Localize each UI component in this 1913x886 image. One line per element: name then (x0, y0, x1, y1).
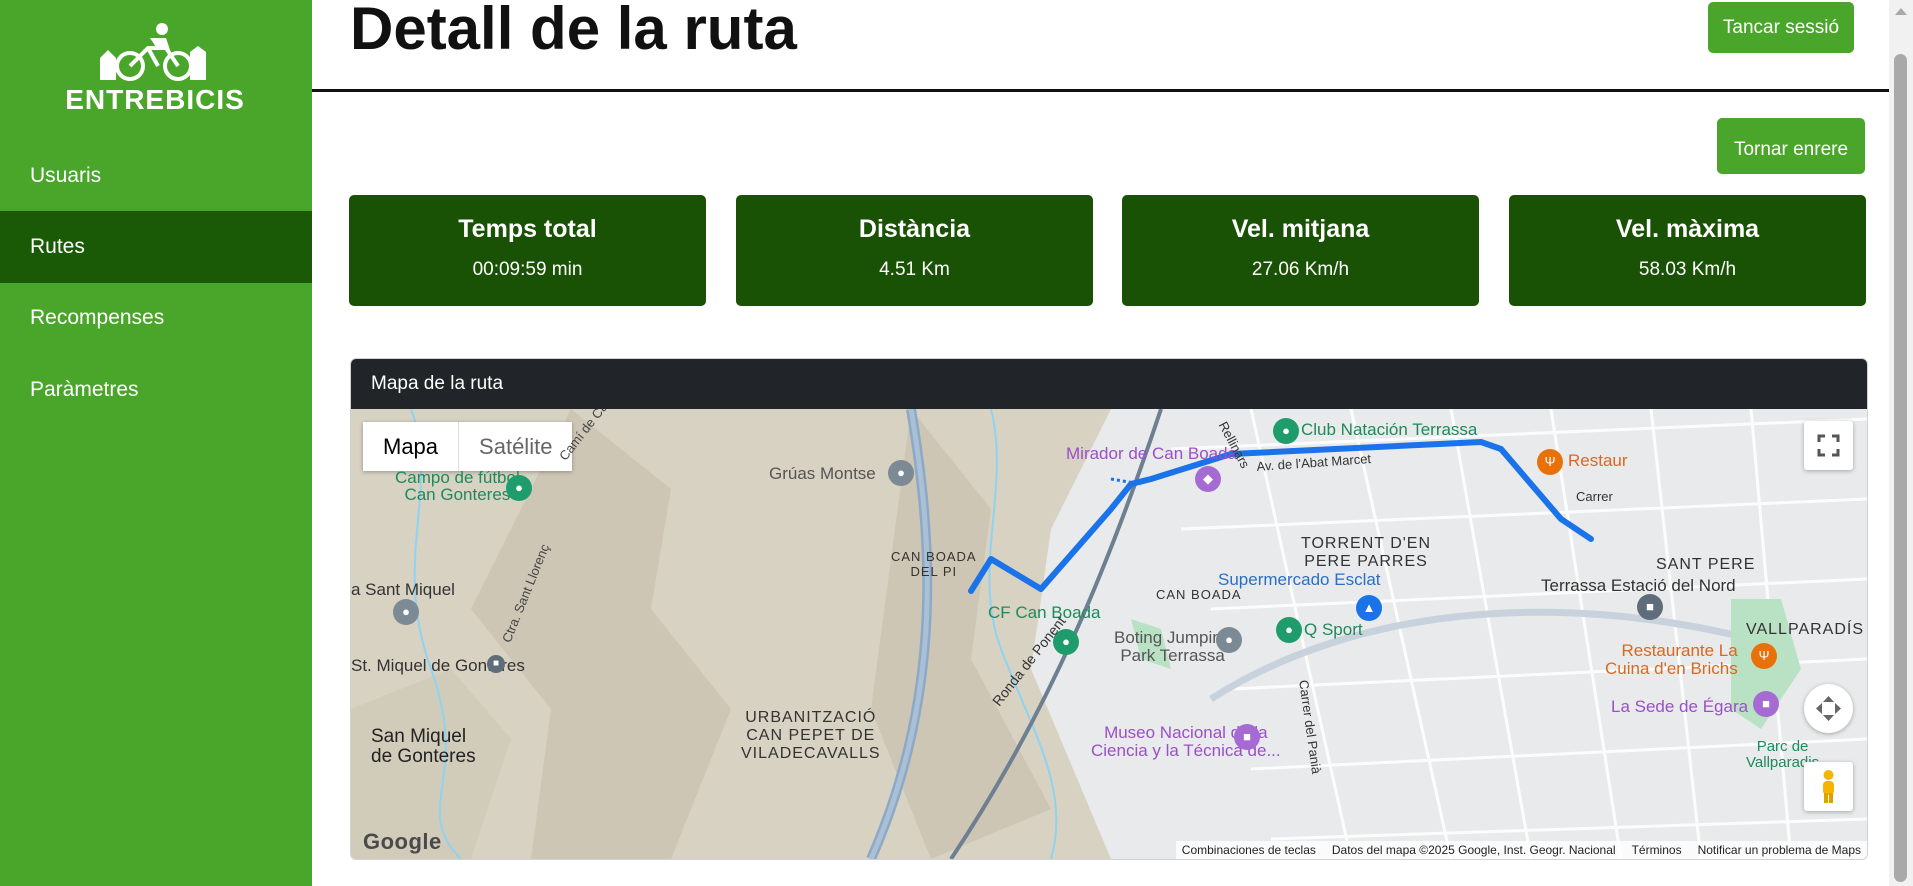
map-poi-label: Boting Jumping Park Terrassa (1114, 628, 1232, 665)
map-area-label: CAN BOADA DEL PI (891, 549, 977, 579)
google-logo-icon: Google (363, 829, 442, 854)
page-title: Detall de la ruta (350, 0, 797, 62)
poi-marker-icon[interactable]: Ψ (1751, 643, 1777, 669)
map-poi-label: Campo de fútbol Can Gonteres (395, 468, 520, 504)
map-card-header: Mapa de la ruta (351, 359, 1867, 409)
stat-value: 00:09:59 min (472, 259, 583, 280)
stat-title: Temps total (458, 215, 597, 243)
brand-logo[interactable]: ENTREBICIS (55, 22, 255, 120)
map-data-credit: Datos del mapa ©2025 Google, Inst. Geogr… (1331, 843, 1616, 857)
poi-marker-icon[interactable]: ■ (1753, 691, 1779, 717)
terms-link[interactable]: Términos (1632, 843, 1682, 857)
map-poi-label: CF Can Boada (988, 603, 1101, 622)
map-area-label: TORRENT D'EN PERE PARRES (1301, 535, 1432, 570)
map-poi-label: La Sede de Égara (1611, 697, 1749, 716)
map-background (351, 409, 1867, 859)
logout-button[interactable]: Tancar sessió (1708, 2, 1854, 53)
sidebar-item-parametres[interactable]: Paràmetres (0, 354, 312, 426)
brand-name: ENTREBICIS (65, 84, 245, 115)
sidebar-item-recompenses[interactable]: Recompenses (0, 282, 312, 354)
map-poi-label: Grúas Montse (769, 464, 876, 483)
fullscreen-icon[interactable] (1804, 421, 1853, 470)
stat-title: Vel. màxima (1615, 215, 1760, 243)
map-area-label: a Sant Miquel (351, 580, 455, 599)
stat-title: Distància (858, 215, 971, 243)
stat-value: 58.03 Km/h (1638, 259, 1737, 280)
map-type-map-button[interactable]: Mapa (363, 422, 460, 471)
keyboard-shortcuts-link[interactable]: Combinaciones de teclas (1182, 843, 1316, 857)
map-poi-label: Club Natación Terrassa (1301, 420, 1478, 439)
poi-marker-icon[interactable]: ■ (487, 655, 505, 673)
map-area-label: VALLPARADÍS (1746, 621, 1865, 638)
poi-marker-icon[interactable]: Ψ (1537, 449, 1563, 475)
report-problem-link[interactable]: Notificar un problema de Maps (1698, 843, 1861, 857)
route-map[interactable]: Mapa Satélite Campo de fútbol Can Gonter… (351, 409, 1867, 859)
stat-value: 4.51 Km (879, 259, 950, 280)
map-poi-label: Q Sport (1304, 620, 1363, 639)
poi-marker-icon[interactable]: ● (1276, 617, 1302, 643)
map-attribution: Combinaciones de teclas Datos del mapa ©… (1175, 841, 1867, 859)
sidebar-item-rutes[interactable]: Rutes (0, 211, 312, 283)
stat-card-total-time: Temps total 00:09:59 min (349, 195, 706, 306)
map-street-label: Carrer (1576, 489, 1613, 504)
poi-marker-icon[interactable]: ● (393, 599, 419, 625)
poi-marker-icon[interactable]: ● (888, 460, 914, 486)
map-poi-label: Restaura (1568, 451, 1628, 470)
stat-card-avg-speed: Vel. mitjana 27.06 Km/h (1122, 195, 1479, 306)
map-area-label: San Miquel de Gonteres (371, 726, 476, 767)
route-map-card: Mapa de la ruta Mapa Satélite Campo de f… (350, 358, 1868, 860)
poi-marker-icon[interactable]: ● (1216, 627, 1242, 653)
map-poi-label: Mirador de Can Boada (1066, 444, 1238, 463)
map-poi-label: Terrassa Estació del Nord (1541, 576, 1736, 595)
poi-marker-icon[interactable]: ◆ (1195, 466, 1221, 492)
map-poi-label: Supermercado Esclat (1218, 570, 1381, 589)
poi-marker-icon[interactable]: ■ (1637, 594, 1663, 620)
map-area-label: SANT PERE (1656, 556, 1756, 573)
sidebar-item-usuaris[interactable]: Usuaris (0, 140, 312, 212)
stat-value: 27.06 Km/h (1251, 259, 1350, 280)
map-area-label: URBANITZACIÓ CAN PEPET DE VILADECAVALLS (741, 709, 881, 762)
poi-marker-icon[interactable]: ■ (1234, 724, 1260, 750)
main-content: Detall de la ruta Tancar sessió Tornar e… (312, 0, 1889, 886)
poi-marker-icon[interactable]: ▲ (1356, 595, 1382, 621)
map-type-control: Mapa Satélite (363, 422, 573, 471)
stat-card-distance: Distància 4.51 Km (736, 195, 1093, 306)
header-divider (312, 89, 1889, 92)
stat-title: Vel. mitjana (1231, 215, 1370, 243)
sidebar: ENTREBICIS Usuaris Rutes Recompenses Par… (0, 0, 312, 886)
street-view-pegman-icon[interactable] (1804, 762, 1853, 811)
back-button[interactable]: Tornar enrere (1717, 118, 1865, 174)
camera-control-icon[interactable] (1804, 684, 1853, 733)
page-scrollbar[interactable] (1889, 0, 1913, 886)
map-type-satellite-button[interactable]: Satélite (459, 422, 572, 471)
cyclist-logo-icon (100, 23, 206, 81)
map-area-label: CAN BOADA (1156, 587, 1242, 602)
poi-marker-icon[interactable]: ● (506, 475, 532, 501)
poi-marker-icon[interactable]: ● (1273, 418, 1299, 444)
stat-card-max-speed: Vel. màxima 58.03 Km/h (1509, 195, 1866, 306)
map-poi-label: Restaurante La Cuina d'en Brichs (1605, 641, 1738, 678)
scrollbar-thumb[interactable] (1894, 54, 1907, 882)
scroll-up-arrow-icon[interactable] (1895, 8, 1907, 15)
